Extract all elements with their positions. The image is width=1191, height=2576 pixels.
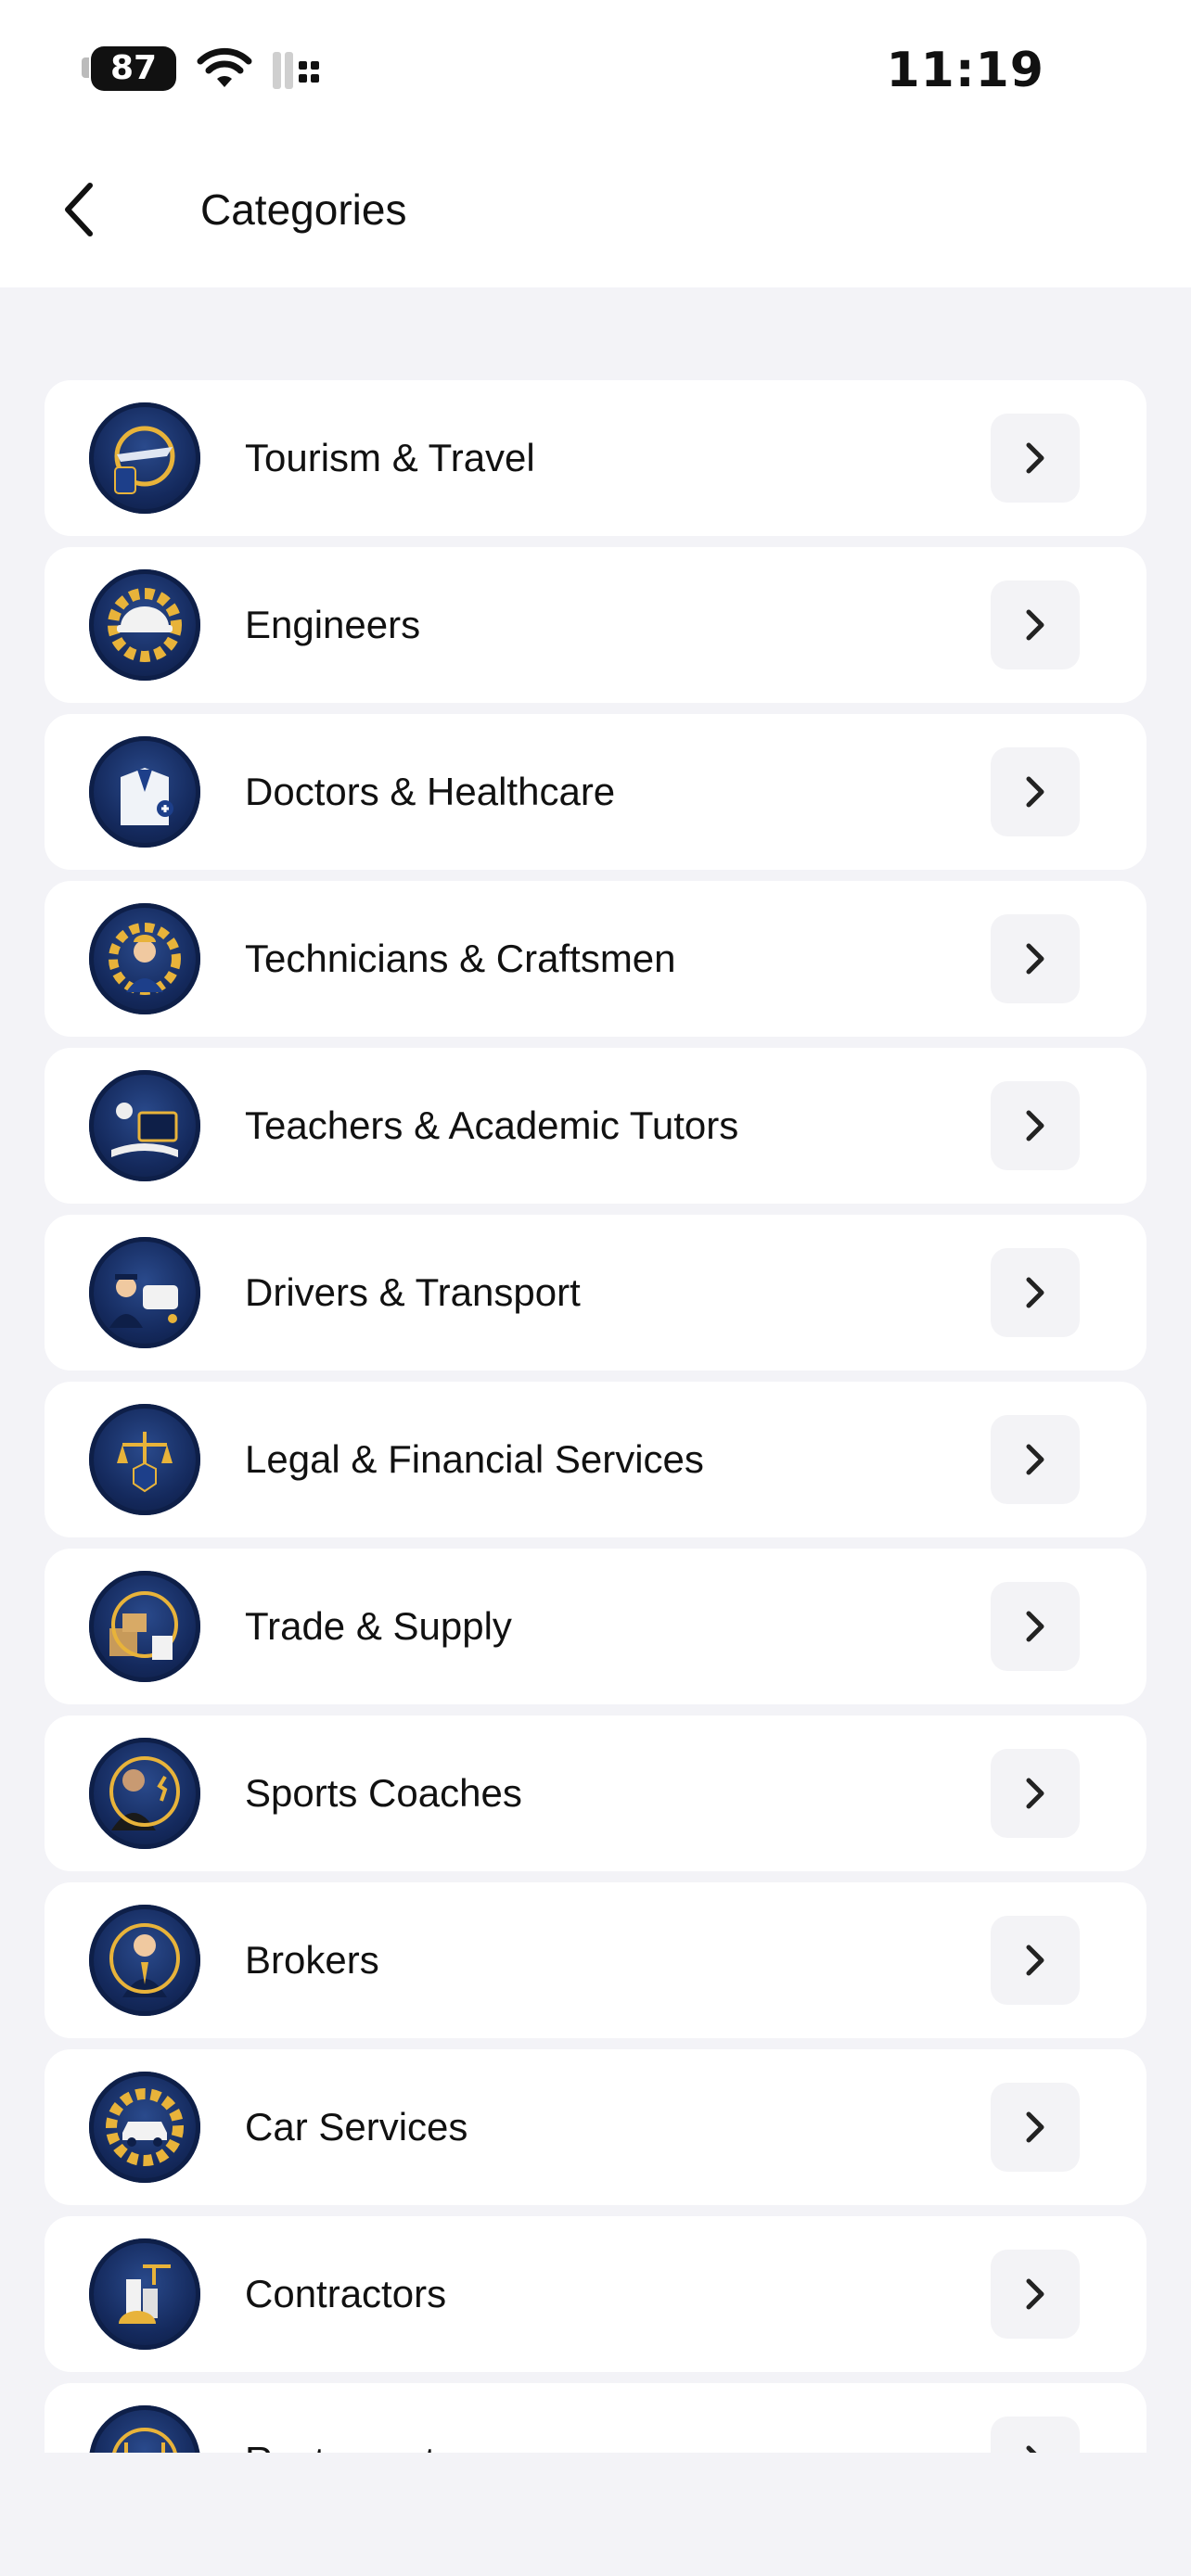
category-label: Sports Coaches (245, 1771, 522, 1815)
car-service-icon (89, 2072, 200, 2183)
category-label: Legal & Financial Services (245, 1437, 704, 1481)
open-category-button[interactable] (991, 1081, 1080, 1170)
open-category-button[interactable] (991, 1248, 1080, 1337)
open-category-button[interactable] (991, 747, 1080, 836)
chevron-right-icon (1026, 2278, 1044, 2310)
category-item-teacher[interactable]: Teachers & Academic Tutors (45, 1048, 1146, 1204)
chevron-right-icon (1026, 2111, 1044, 2143)
open-category-button[interactable] (991, 2250, 1080, 2339)
open-category-button[interactable] (991, 914, 1080, 1003)
chevron-right-icon (1026, 1611, 1044, 1642)
category-label: Teachers & Academic Tutors (245, 1103, 739, 1147)
doctor-icon (89, 736, 200, 848)
chevron-right-icon (1026, 1945, 1044, 1976)
sports-icon (89, 1738, 200, 1849)
open-category-button[interactable] (991, 1582, 1080, 1671)
category-label: Trade & Supply (245, 1604, 512, 1648)
page-title: Categories (200, 185, 407, 234)
category-item-sports[interactable]: Sports Coaches (45, 1715, 1146, 1871)
battery-indicator: 87 (91, 46, 176, 91)
category-item-restaurant[interactable]: Restaurants (45, 2383, 1146, 2453)
categories-scroll-view[interactable]: Tourism & Travel Engineers Doctors & Healt… (0, 287, 1191, 2453)
chevron-right-icon (1026, 2445, 1037, 2453)
travel-icon (89, 402, 200, 514)
back-button[interactable] (46, 174, 111, 245)
open-category-button[interactable] (991, 2417, 1080, 2453)
status-bar: 87 11:19 (0, 0, 1191, 139)
status-time: 11:19 (886, 43, 1044, 98)
category-item-legal[interactable]: Legal & Financial Services (45, 1382, 1146, 1537)
chevron-right-icon (1026, 776, 1044, 808)
technician-icon (89, 903, 200, 1014)
open-category-button[interactable] (991, 2083, 1080, 2172)
wifi-icon (197, 47, 252, 87)
category-label: Restaurants (245, 2383, 455, 2453)
chevron-right-icon (1026, 1277, 1044, 1308)
open-category-button[interactable] (991, 1916, 1080, 2005)
restaurant-icon (89, 2405, 200, 2453)
category-label: Drivers & Transport (245, 1270, 581, 1314)
chevron-right-icon (1026, 609, 1044, 641)
bottom-area (0, 2453, 1191, 2576)
navigation-header: Categories (0, 139, 1191, 287)
cellular-signal-icon (273, 52, 319, 89)
category-item-driver[interactable]: Drivers & Transport (45, 1215, 1146, 1371)
open-category-button[interactable] (991, 580, 1080, 670)
category-item-engineer[interactable]: Engineers (45, 547, 1146, 703)
category-item-doctor[interactable]: Doctors & Healthcare (45, 714, 1146, 870)
chevron-right-icon (1026, 943, 1044, 975)
chevron-right-icon (1026, 1444, 1044, 1475)
open-category-button[interactable] (991, 1415, 1080, 1504)
chevron-right-icon (1026, 1110, 1044, 1141)
open-category-button[interactable] (991, 414, 1080, 503)
category-item-trade[interactable]: Trade & Supply (45, 1549, 1146, 1704)
category-label: Car Services (245, 2105, 468, 2149)
contractor-icon (89, 2238, 200, 2350)
category-item-travel[interactable]: Tourism & Travel (45, 380, 1146, 536)
category-label: Engineers (245, 603, 421, 646)
chevron-left-icon (65, 183, 93, 236)
chevron-right-icon (1026, 442, 1044, 474)
broker-icon (89, 1905, 200, 2016)
trade-icon (89, 1571, 200, 1682)
category-label: Doctors & Healthcare (245, 770, 616, 813)
engineer-icon (89, 569, 200, 681)
chevron-right-icon (1026, 1778, 1044, 1809)
category-item-broker[interactable]: Brokers (45, 1882, 1146, 2038)
category-label: Tourism & Travel (245, 436, 535, 479)
teacher-icon (89, 1070, 200, 1181)
driver-icon (89, 1237, 200, 1348)
category-item-technician[interactable]: Technicians & Craftsmen (45, 881, 1146, 1037)
categories-list: Tourism & Travel Engineers Doctors & Healt… (45, 380, 1146, 2453)
battery-cap (82, 57, 89, 78)
legal-icon (89, 1404, 200, 1515)
category-item-car-service[interactable]: Car Services (45, 2049, 1146, 2205)
open-category-button[interactable] (991, 1749, 1080, 1838)
category-label: Contractors (245, 2272, 447, 2315)
category-item-contractor[interactable]: Contractors (45, 2216, 1146, 2372)
category-label: Technicians & Craftsmen (245, 937, 676, 980)
category-label: Brokers (245, 1938, 379, 1982)
